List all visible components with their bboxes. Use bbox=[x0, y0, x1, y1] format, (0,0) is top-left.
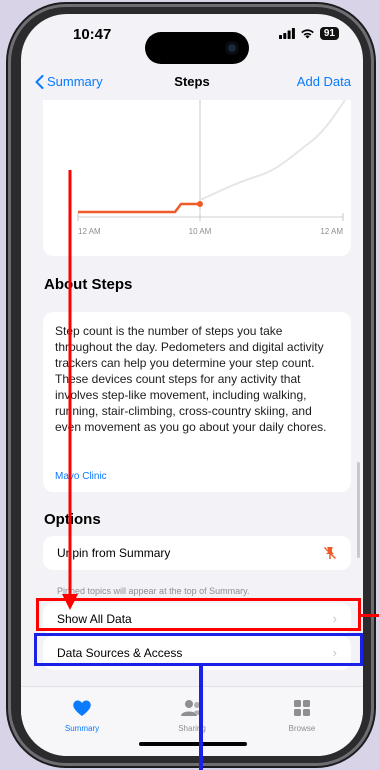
series-line-future bbox=[199, 99, 346, 201]
steps-series-line bbox=[78, 202, 200, 214]
heart-icon bbox=[73, 700, 91, 716]
scroll-indicator bbox=[357, 462, 360, 558]
show-all-data-label: Show All Data bbox=[57, 612, 132, 626]
data-sources-row[interactable]: Data Sources & Access › bbox=[43, 636, 351, 670]
cellular-signal-icon bbox=[278, 28, 295, 39]
wifi-icon bbox=[301, 29, 314, 39]
chevron-right-icon: › bbox=[332, 645, 337, 660]
data-sources-label: Data Sources & Access bbox=[57, 646, 183, 660]
tab-label: Browse bbox=[288, 724, 316, 733]
tab-sharing[interactable]: Sharing bbox=[157, 699, 227, 733]
unpin-row[interactable]: Unpin from Summary bbox=[43, 536, 351, 570]
source-link[interactable]: Mayo Clinic bbox=[55, 471, 107, 482]
pin-footnote: Pinned topics will appear at the top of … bbox=[57, 586, 250, 596]
chevron-right-icon: › bbox=[332, 611, 337, 626]
steps-chart-svg: 12 AM 10 AM 12 AM bbox=[77, 99, 346, 236]
show-all-data-row[interactable]: Show All Data › bbox=[43, 603, 351, 635]
unpin-label: Unpin from Summary bbox=[57, 546, 171, 560]
x-tick-label: 10 AM bbox=[189, 227, 212, 236]
status-bar: 10:47 91 bbox=[21, 14, 363, 64]
add-data-button[interactable]: Add Data bbox=[297, 74, 351, 89]
options-heading: Options bbox=[44, 511, 101, 528]
home-indicator bbox=[139, 742, 247, 746]
grid-icon bbox=[294, 700, 310, 716]
dynamic-island bbox=[145, 32, 249, 64]
current-point bbox=[197, 201, 203, 207]
camera-icon bbox=[225, 41, 239, 55]
status-icons: 91 bbox=[278, 27, 339, 40]
x-tick-label: 12 AM bbox=[78, 227, 101, 236]
screen: 10:47 91 Summary Steps Add Data 12 AM 10… bbox=[21, 14, 363, 756]
tab-browse[interactable]: Browse bbox=[267, 699, 337, 733]
about-heading: About Steps bbox=[44, 276, 133, 293]
people-icon bbox=[181, 700, 203, 716]
tab-label: Summary bbox=[64, 724, 100, 733]
about-body: Step count is the number of steps you ta… bbox=[55, 324, 327, 434]
tab-label: Sharing bbox=[178, 724, 206, 733]
nav-bar: Summary Steps Add Data bbox=[21, 74, 363, 96]
battery-indicator: 91 bbox=[319, 27, 339, 40]
unpin-icon bbox=[323, 546, 337, 560]
x-tick-label: 12 AM bbox=[320, 227, 343, 236]
steps-chart[interactable]: 12 AM 10 AM 12 AM bbox=[43, 99, 351, 256]
tab-summary[interactable]: Summary bbox=[47, 699, 117, 733]
about-card: Step count is the number of steps you ta… bbox=[43, 312, 351, 492]
status-time: 10:47 bbox=[73, 26, 112, 43]
